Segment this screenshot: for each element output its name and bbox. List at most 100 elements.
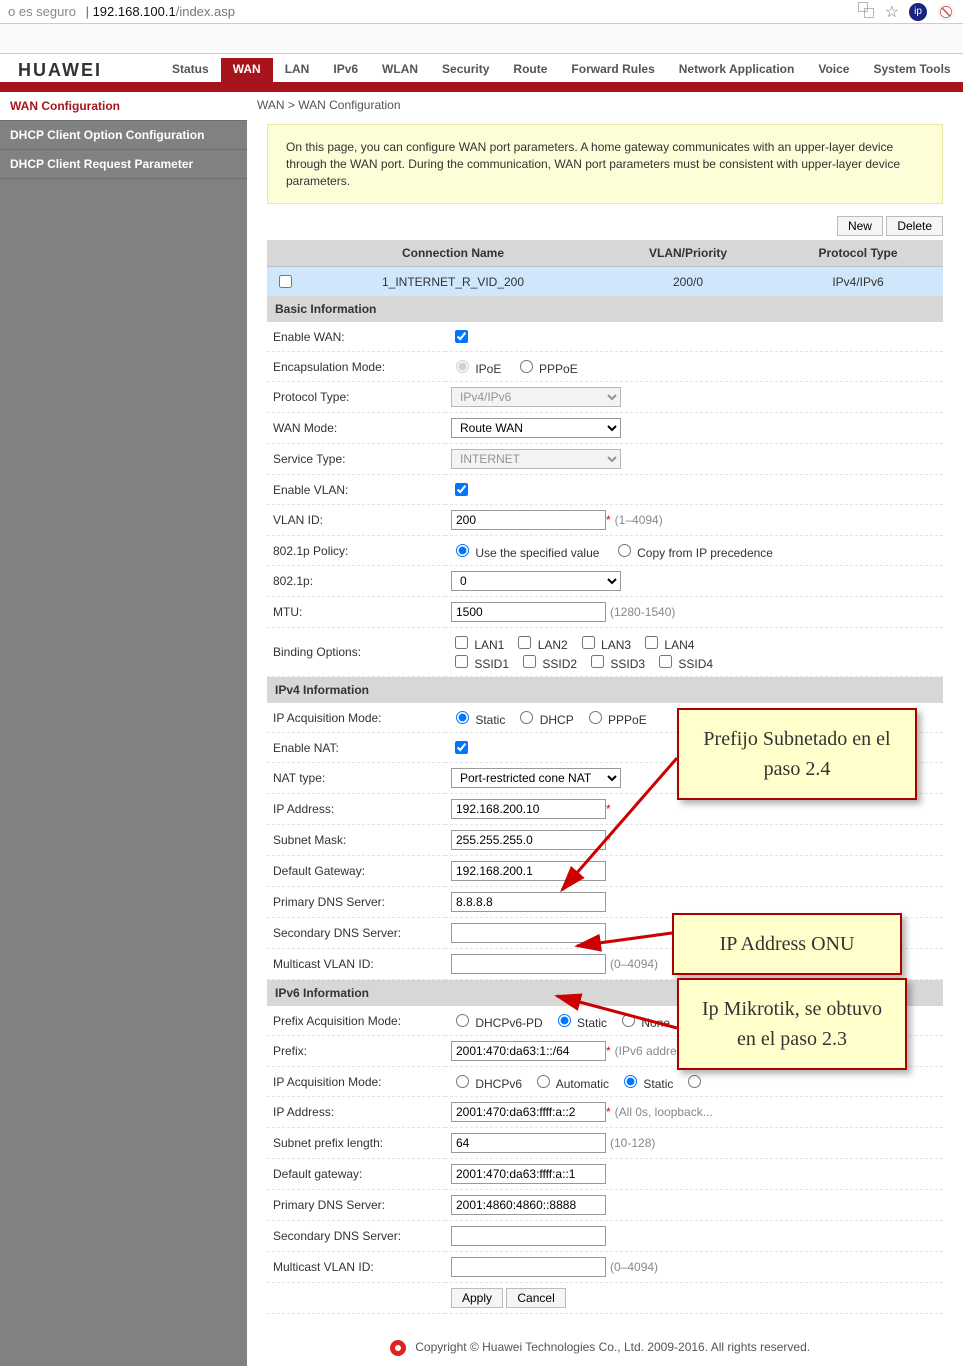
vlan-id-input[interactable] [451,510,606,530]
tab-system-tools[interactable]: System Tools [861,58,962,82]
sdns6-input[interactable] [451,1226,606,1246]
info-box: On this page, you can configure WAN port… [267,124,943,204]
enable-wan-checkbox[interactable] [455,330,468,343]
encap-pppoe-radio[interactable] [520,360,533,373]
dot1p-select[interactable]: 0 [451,571,621,591]
delete-button[interactable]: Delete [886,216,943,236]
sidebar-item[interactable]: WAN Configuration [0,92,247,121]
tab-ipv6[interactable]: IPv6 [321,58,370,82]
binding-lan1-checkbox[interactable] [455,636,468,649]
gw-input[interactable] [451,861,606,881]
pdns-input[interactable] [451,892,606,912]
label-dot1p-policy: 802.1p Policy: [267,536,445,566]
col-conn-name: Connection Name [303,240,603,267]
bookmarks-bar [0,24,963,54]
pfm-none-radio[interactable] [622,1014,635,1027]
callout-prefix: Prefijo Subnetado en el paso 2.4 [677,708,917,800]
dot1p-spec-radio[interactable] [456,544,469,557]
binding-ssid2-checkbox[interactable] [523,655,536,668]
ipv6m-dhcpv6-radio[interactable] [456,1075,469,1088]
mvlan6-input[interactable] [451,1257,606,1277]
col-vlan: VLAN/Priority [603,240,773,267]
binding-lan3-checkbox[interactable] [582,636,595,649]
star-icon[interactable]: ☆ [885,2,899,22]
callout-mikrotik: Ip Mikrotik, se obtuvo en el paso 2.3 [677,978,907,1070]
binding-lan2-checkbox[interactable] [518,636,531,649]
encap-ipoe-radio[interactable] [456,360,469,373]
pdns6-input[interactable] [451,1195,606,1215]
translate-icon[interactable] [857,1,875,22]
label-sdns: Secondary DNS Server: [267,918,445,949]
encap-ipoe-label: IPoE [475,362,501,376]
mtu-input[interactable] [451,602,606,622]
tab-lan[interactable]: LAN [273,58,322,82]
url-path: /index.asp [176,4,235,19]
proto-type-select[interactable]: IPv4/IPv6 [451,387,621,407]
ipv4-addr-input[interactable] [451,799,606,819]
ipv6m-extra-radio[interactable] [688,1075,701,1088]
tab-wlan[interactable]: WLAN [370,58,430,82]
new-button[interactable]: New [837,216,883,236]
binding-lan4-checkbox[interactable] [645,636,658,649]
pfm-static-radio[interactable] [558,1014,571,1027]
tab-network-application[interactable]: Network Application [667,58,807,82]
label-ipv6-mode: IP Acquisition Mode: [267,1067,445,1097]
enable-vlan-checkbox[interactable] [455,483,468,496]
tab-voice[interactable]: Voice [806,58,861,82]
table-row[interactable]: 1_INTERNET_R_VID_200 200/0 IPv4/IPv6 [267,267,943,297]
label-wan-mode: WAN Mode: [267,413,445,444]
ipv6-addr-input[interactable] [451,1102,606,1122]
cancel-button[interactable]: Cancel [506,1288,565,1308]
label-pdns: Primary DNS Server: [267,887,445,918]
extension-ip-icon[interactable]: ip [909,3,927,21]
label-mvlan6: Multicast VLAN ID: [267,1252,445,1283]
vlan-id-hint: (1–4094) [615,513,663,527]
url-host: 192.168.100.1 [93,4,176,19]
ipv4m-dhcp-radio[interactable] [520,711,533,724]
plen-input[interactable] [451,1133,606,1153]
wan-mode-select[interactable]: Route WAN [451,418,621,438]
label-ipv4-addr: IP Address: [267,794,445,825]
tab-status[interactable]: Status [160,58,221,82]
label-gw6: Default gateway: [267,1159,445,1190]
label-encap: Encapsulation Mode: [267,352,445,382]
prefix-input[interactable] [451,1041,606,1061]
tab-wan[interactable]: WAN [221,58,273,82]
ipv6m-automatic-radio[interactable] [537,1075,550,1088]
binding-ssid3-checkbox[interactable] [591,655,604,668]
subnet-input[interactable] [451,830,606,850]
extension-noflag-icon[interactable] [937,3,955,21]
pfm-dhcpv6pd-radio[interactable] [456,1014,469,1027]
section-ipv4: IPv4 Information [267,677,943,703]
binding-ssid1-checkbox[interactable] [455,655,468,668]
gw6-input[interactable] [451,1164,606,1184]
sdns-input[interactable] [451,923,606,943]
sidebar-item[interactable]: DHCP Client Option Configuration [0,121,247,150]
ipv6m-static-radio[interactable] [624,1075,637,1088]
label-pdns6: Primary DNS Server: [267,1190,445,1221]
label-ipv4-mode: IP Acquisition Mode: [267,703,445,733]
row-checkbox[interactable] [279,275,292,288]
plen-hint: (10-128) [610,1136,655,1150]
tab-security[interactable]: Security [430,58,501,82]
ipv4m-pppoe-radio[interactable] [589,711,602,724]
nat-type-select[interactable]: Port-restricted cone NAT [451,768,621,788]
enable-nat-checkbox[interactable] [455,741,468,754]
footer-text: Copyright © Huawei Technologies Co., Ltd… [415,1341,810,1355]
label-prefix-mode: Prefix Acquisition Mode: [267,1006,445,1036]
dot1p-copy-radio[interactable] [618,544,631,557]
label-sdns6: Secondary DNS Server: [267,1221,445,1252]
ipv4m-static-radio[interactable] [456,711,469,724]
tab-route[interactable]: Route [501,58,559,82]
dot1p-spec-label: Use the specified value [475,546,599,560]
cell-proto: IPv4/IPv6 [773,267,943,297]
mvlan-input[interactable] [451,954,606,974]
sidebar-item[interactable]: DHCP Client Request Parameter [0,150,247,179]
binding-ssid4-checkbox[interactable] [659,655,672,668]
main-tabs: StatusWANLANIPv6WLANSecurityRouteForward… [160,58,963,82]
apply-button[interactable]: Apply [451,1288,503,1308]
tab-forward-rules[interactable]: Forward Rules [559,58,666,82]
service-type-select[interactable]: INTERNET [451,449,621,469]
mtu-hint: (1280-1540) [610,605,675,619]
label-vlan-id: VLAN ID: [267,505,445,536]
